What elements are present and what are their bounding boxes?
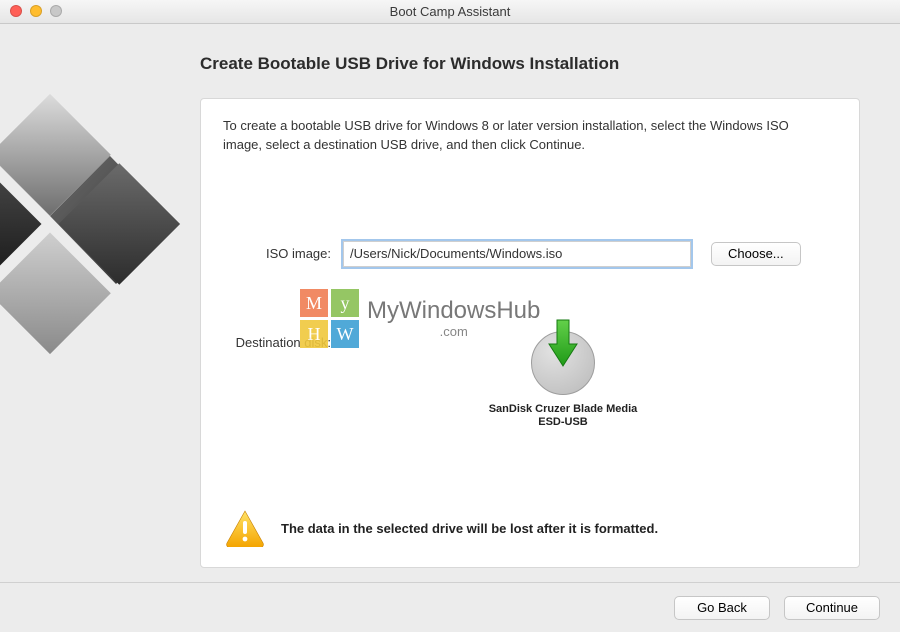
warning-icon [225, 509, 265, 547]
content-panel: To create a bootable USB drive for Windo… [200, 98, 860, 568]
maximize-button [50, 5, 62, 17]
iso-path-input[interactable] [343, 241, 691, 267]
traffic-lights [10, 5, 62, 17]
action-bar: Go Back Continue [0, 582, 900, 632]
minimize-button[interactable] [30, 5, 42, 17]
window-body: Create Bootable USB Drive for Windows In… [0, 24, 900, 582]
choose-button[interactable]: Choose... [711, 242, 801, 266]
destination-label: Destination disk: [223, 331, 343, 350]
bootcamp-diamond-icon [0, 84, 190, 364]
warning-row: The data in the selected drive will be l… [225, 509, 658, 547]
intro-text: To create a bootable USB drive for Windo… [223, 117, 813, 155]
iso-row: ISO image: Choose... [223, 241, 837, 267]
disk-name: SanDisk Cruzer Blade Media ESD-USB [489, 403, 638, 431]
download-arrow-icon [546, 318, 580, 368]
destination-row: Destination disk: SanDisk Cruzer Blade M… [223, 331, 837, 431]
title-bar: Boot Camp Assistant [0, 0, 900, 24]
iso-label: ISO image: [223, 246, 343, 261]
disk-icon [531, 331, 595, 395]
disk-name-line2: ESD-USB [538, 416, 588, 428]
disk-name-line1: SanDisk Cruzer Blade Media [489, 403, 638, 415]
warning-text: The data in the selected drive will be l… [281, 521, 658, 536]
destination-disk[interactable]: SanDisk Cruzer Blade Media ESD-USB [383, 331, 743, 431]
window-title: Boot Camp Assistant [0, 4, 900, 19]
page-heading: Create Bootable USB Drive for Windows In… [200, 54, 862, 74]
close-button[interactable] [10, 5, 22, 17]
continue-button[interactable]: Continue [784, 596, 880, 620]
go-back-button[interactable]: Go Back [674, 596, 770, 620]
